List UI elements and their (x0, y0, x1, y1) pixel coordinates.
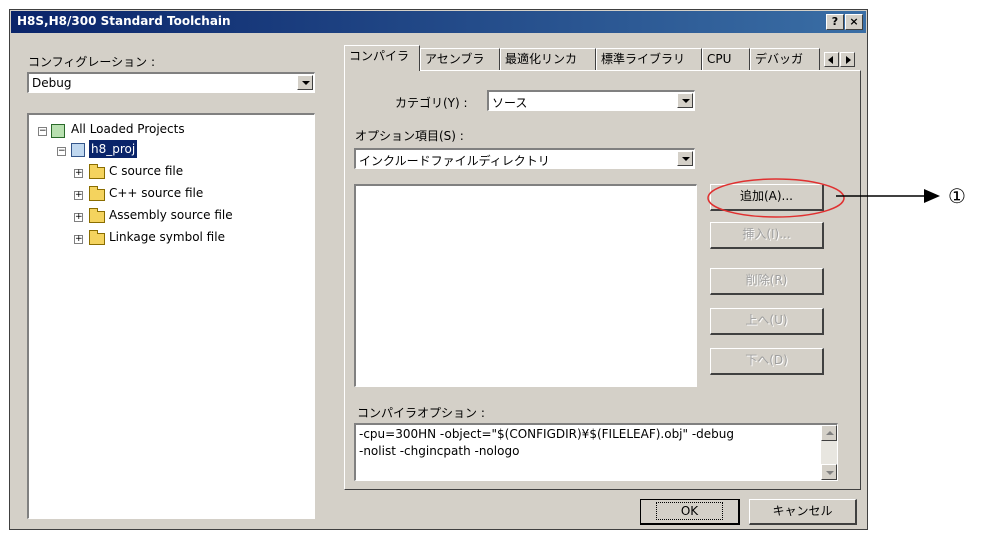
annotation-marker: ① (948, 184, 966, 208)
highlight-ellipse (707, 178, 845, 218)
annotation-overlay (707, 178, 940, 218)
tab-compiler[interactable]: コンパイラ (344, 45, 420, 71)
annotation-arrow-head (924, 189, 940, 203)
